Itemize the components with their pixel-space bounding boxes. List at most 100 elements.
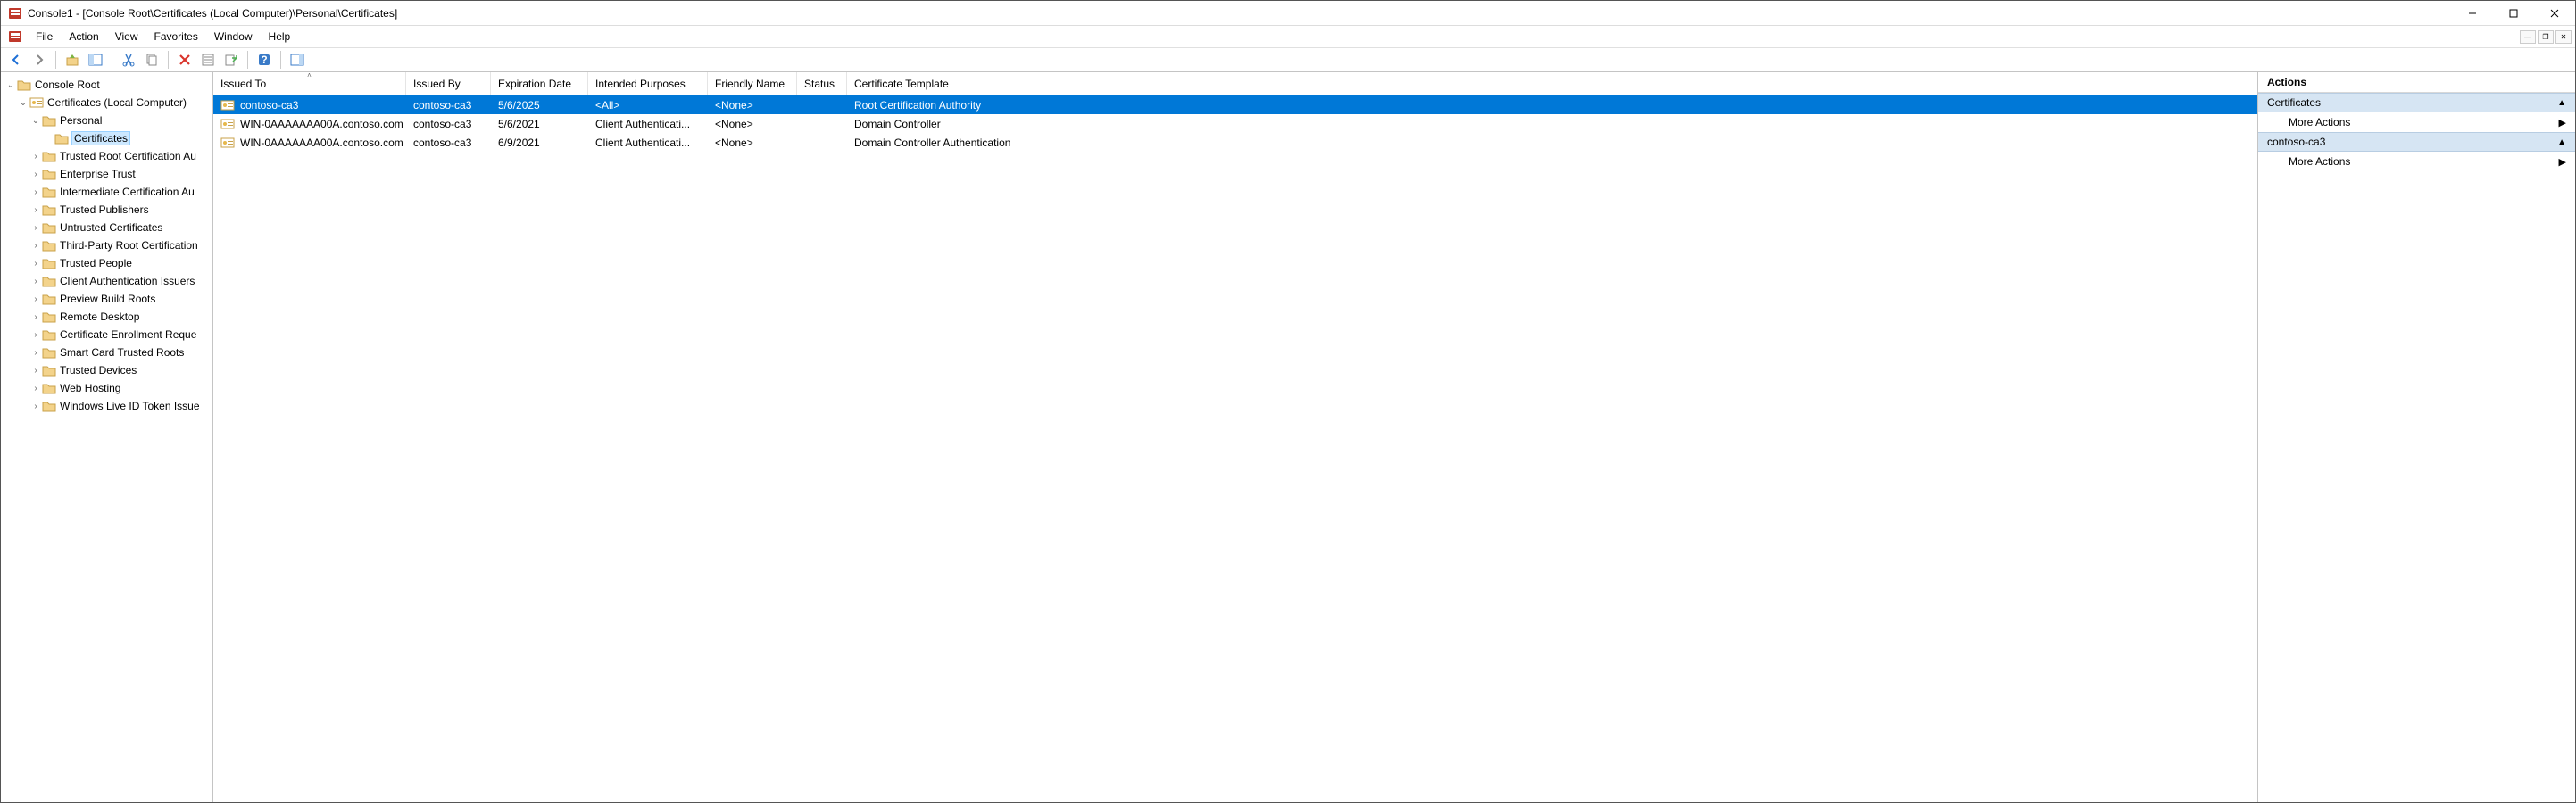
tree-label: Untrusted Certificates <box>60 221 162 234</box>
cell-friendly: <None> <box>708 99 797 112</box>
menu-window[interactable]: Window <box>206 29 261 45</box>
tree-node-certificates[interactable]: Certificates <box>1 129 212 147</box>
tree-node[interactable]: ›Third-Party Root Certification <box>1 236 212 254</box>
tree-label: Web Hosting <box>60 382 120 394</box>
col-expiration[interactable]: Expiration Date <box>491 72 588 95</box>
list-row[interactable]: contoso-ca3contoso-ca35/6/2025<All><None… <box>213 95 2257 114</box>
minimize-button[interactable] <box>2452 1 2493 26</box>
cell-purposes: Client Authenticati... <box>588 118 708 130</box>
menu-file[interactable]: File <box>28 29 61 45</box>
tree-node-personal[interactable]: ⌄ Personal <box>1 112 212 129</box>
expander-icon[interactable]: › <box>29 294 42 304</box>
mdi-restore-button[interactable]: ❐ <box>2538 30 2554 44</box>
tree-node[interactable]: › Web Hosting <box>1 379 212 397</box>
expander-icon[interactable]: ⌄ <box>17 98 29 108</box>
expander-icon[interactable]: › <box>29 348 42 358</box>
tree-node[interactable]: ›Trusted Devices <box>1 361 212 379</box>
toolbar-separator <box>168 51 169 69</box>
col-status[interactable]: Status <box>797 72 847 95</box>
expander-icon[interactable]: › <box>29 402 42 411</box>
tree-node[interactable]: ›Preview Build Roots <box>1 290 212 308</box>
properties-button[interactable] <box>198 50 218 70</box>
col-issued-by[interactable]: Issued By <box>406 72 491 95</box>
expander-icon[interactable]: › <box>29 241 42 251</box>
show-hide-action-pane-button[interactable] <box>287 50 307 70</box>
expander-icon[interactable]: › <box>29 152 42 161</box>
toolbar-separator <box>280 51 281 69</box>
cell-text: Root Certification Authority <box>854 99 981 112</box>
col-label: Intended Purposes <box>595 78 686 90</box>
actions-item-label: More Actions <box>2289 155 2350 168</box>
tree-node-cert-snapin[interactable]: ⌄ Certificates (Local Computer) <box>1 94 212 112</box>
show-hide-tree-button[interactable] <box>86 50 105 70</box>
menu-help[interactable]: Help <box>261 29 299 45</box>
cell-text: contoso-ca3 <box>413 118 471 130</box>
tree-label: Certificate Enrollment Reque <box>60 328 196 341</box>
col-purposes[interactable]: Intended Purposes <box>588 72 708 95</box>
menu-view[interactable]: View <box>107 29 146 45</box>
list-body[interactable]: contoso-ca3contoso-ca35/6/2025<All><None… <box>213 95 2257 802</box>
expander-icon[interactable]: › <box>29 205 42 215</box>
tree-node[interactable]: ›Trusted Root Certification Au <box>1 147 212 165</box>
submenu-icon: ▶ <box>2559 117 2566 128</box>
tree-node[interactable]: ›Windows Live ID Token Issue <box>1 397 212 415</box>
cell-text: WIN-0AAAAAAA00A.contoso.com <box>240 118 403 130</box>
cut-button[interactable] <box>119 50 138 70</box>
tree-label: Personal <box>60 114 102 127</box>
folder-icon <box>42 275 56 287</box>
list-row[interactable]: WIN-0AAAAAAA00A.contoso.comcontoso-ca35/… <box>213 114 2257 133</box>
list-row[interactable]: WIN-0AAAAAAA00A.contoso.comcontoso-ca36/… <box>213 133 2257 152</box>
forward-button[interactable] <box>29 50 49 70</box>
help-button[interactable]: ? <box>254 50 274 70</box>
actions-more-selected-item[interactable]: More Actions ▶ <box>2258 152 2575 171</box>
cell-text: Domain Controller Authentication <box>854 137 1010 149</box>
menu-favorites[interactable]: Favorites <box>146 29 206 45</box>
menu-action[interactable]: Action <box>61 29 106 45</box>
tree-node[interactable]: ›Remote Desktop <box>1 308 212 326</box>
maximize-button[interactable] <box>2493 1 2534 26</box>
up-button[interactable] <box>62 50 82 70</box>
expander-icon[interactable]: ⌄ <box>4 80 17 90</box>
expander-icon[interactable]: ⌄ <box>29 116 42 126</box>
expander-icon[interactable]: › <box>29 259 42 269</box>
tree-node[interactable]: ›Intermediate Certification Au <box>1 183 212 201</box>
col-issued-to[interactable]: ˄Issued To <box>213 72 406 95</box>
tree-pane[interactable]: ⌄ Console Root ⌄ Certificates (Local Com… <box>1 72 213 802</box>
tree-label: Smart Card Trusted Roots <box>60 346 184 359</box>
cert-icon <box>220 137 235 149</box>
expander-icon[interactable]: › <box>29 312 42 322</box>
mdi-minimize-button[interactable]: — <box>2520 30 2536 44</box>
expander-icon[interactable]: › <box>29 187 42 197</box>
tree-node[interactable]: › Trusted People <box>1 254 212 272</box>
expander-icon[interactable]: › <box>29 366 42 376</box>
actions-section-selected-item[interactable]: contoso-ca3 ▲ <box>2258 132 2575 152</box>
mdi-close-button[interactable]: ✕ <box>2555 30 2572 44</box>
actions-more-certificates[interactable]: More Actions ▶ <box>2258 112 2575 132</box>
tree-node[interactable]: › Smart Card Trusted Roots <box>1 344 212 361</box>
back-button[interactable] <box>6 50 26 70</box>
tree-label: Enterprise Trust <box>60 168 136 180</box>
actions-section-certificates[interactable]: Certificates ▲ <box>2258 93 2575 112</box>
col-friendly[interactable]: Friendly Name <box>708 72 797 95</box>
expander-icon[interactable]: › <box>29 330 42 340</box>
tree-node-console-root[interactable]: ⌄ Console Root <box>1 76 212 94</box>
expander-icon[interactable]: › <box>29 277 42 286</box>
delete-button[interactable] <box>175 50 195 70</box>
expander-icon[interactable]: › <box>29 170 42 179</box>
folder-icon <box>42 310 56 323</box>
col-label: Issued To <box>220 78 266 90</box>
expander-icon[interactable]: › <box>29 384 42 393</box>
folder-icon <box>54 132 69 145</box>
tree-node[interactable]: ›Trusted Publishers <box>1 201 212 219</box>
copy-button[interactable] <box>142 50 162 70</box>
tree-label: Trusted People <box>60 257 132 269</box>
tree-node[interactable]: ›Client Authentication Issuers <box>1 272 212 290</box>
cell-text: 6/9/2021 <box>498 137 540 149</box>
tree-node[interactable]: › Certificate Enrollment Reque <box>1 326 212 344</box>
tree-node[interactable]: › Enterprise Trust <box>1 165 212 183</box>
tree-node[interactable]: › Untrusted Certificates <box>1 219 212 236</box>
expander-icon[interactable]: › <box>29 223 42 233</box>
close-button[interactable] <box>2534 1 2575 26</box>
export-button[interactable] <box>221 50 241 70</box>
col-template[interactable]: Certificate Template <box>847 72 1043 95</box>
